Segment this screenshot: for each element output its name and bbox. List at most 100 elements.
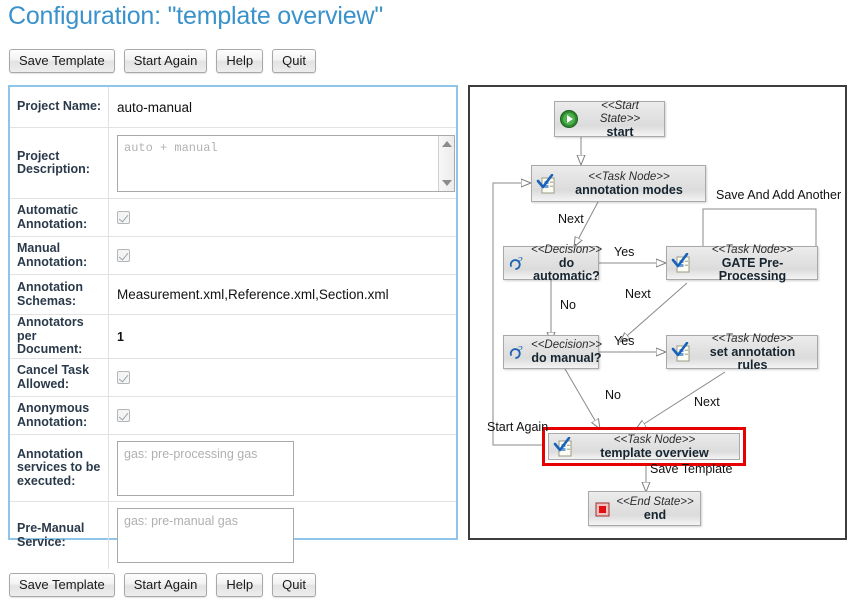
form-row-project-description: Project Description: auto + manual bbox=[10, 128, 456, 199]
start-again-button[interactable]: Start Again bbox=[124, 49, 208, 73]
toolbar-bottom: Save Template Start Again Help Quit bbox=[9, 573, 316, 597]
node-text: <<Decision>> do manual? bbox=[531, 339, 602, 365]
form-label-manual-annotation: Manual Annotation: bbox=[10, 237, 109, 274]
label-text: Pre-Manual Service: bbox=[17, 522, 103, 549]
edge-label-no-1: No bbox=[560, 298, 576, 312]
node-stereotype: <<Task Node>> bbox=[694, 244, 811, 257]
node-name: end bbox=[616, 509, 694, 522]
edge-label-next-2: Next bbox=[625, 287, 651, 301]
edge-label-start-again: Start Again bbox=[487, 420, 548, 434]
quit-button-bottom[interactable]: Quit bbox=[272, 573, 316, 597]
task-icon bbox=[536, 174, 556, 194]
manual-annotation-checkbox[interactable] bbox=[117, 249, 130, 262]
label-text: Manual Annotation: bbox=[17, 242, 103, 269]
cancel-task-allowed-checkbox[interactable] bbox=[117, 371, 130, 384]
form-value-anonymous-annotation bbox=[109, 397, 456, 434]
form-value-pre-manual-service: gas: pre-manual gas bbox=[109, 502, 456, 569]
project-description-placeholder: auto + manual bbox=[124, 141, 218, 155]
label-text: Project Name: bbox=[17, 100, 101, 114]
edge-label-save-template: Save Template bbox=[650, 462, 732, 476]
scroll-down-arrow-icon[interactable] bbox=[442, 180, 452, 186]
form-label-annotation-services: Annotation services to be executed: bbox=[10, 435, 109, 501]
automatic-annotation-checkbox[interactable] bbox=[117, 211, 130, 224]
stop-icon bbox=[593, 499, 613, 519]
node-text: <<Decision>> do automatic? bbox=[531, 244, 602, 283]
edge-label-yes-1: Yes bbox=[614, 245, 634, 259]
quit-button[interactable]: Quit bbox=[272, 49, 316, 73]
configuration-form-panel: Project Name: auto-manual Project Descri… bbox=[8, 85, 458, 540]
node-name: do manual? bbox=[531, 352, 602, 365]
form-label-automatic-annotation: Automatic Annotation: bbox=[10, 199, 109, 236]
node-stereotype: <<End State>> bbox=[616, 496, 694, 509]
form-label-project-name: Project Name: bbox=[10, 87, 109, 127]
diagram-node-do-automatic[interactable]: ? <<Decision>> do automatic? bbox=[503, 246, 599, 280]
node-name: start bbox=[582, 126, 658, 139]
label-text: Automatic Annotation: bbox=[17, 204, 103, 231]
diagram-node-gate-pre-processing[interactable]: <<Task Node>> GATE Pre-Processing bbox=[666, 246, 818, 280]
node-stereotype: <<Task Node>> bbox=[559, 171, 699, 184]
textarea-scrollbar[interactable] bbox=[438, 136, 454, 191]
label-text: Annotation services to be executed: bbox=[17, 448, 103, 489]
label-text: Annotation Schemas: bbox=[17, 281, 103, 308]
task-icon bbox=[671, 253, 691, 273]
node-text: <<Task Node>> GATE Pre-Processing bbox=[694, 244, 811, 283]
form-label-anonymous-annotation: Anonymous Annotation: bbox=[10, 397, 109, 434]
node-inner: <<Task Node>> template overview bbox=[548, 433, 740, 460]
form-row-annotation-services: Annotation services to be executed: gas:… bbox=[10, 435, 456, 502]
anonymous-annotation-checkbox[interactable] bbox=[117, 409, 130, 422]
form-row-annotators-per-document: Annotators per Document: 1 bbox=[10, 315, 456, 359]
decision-icon: ? bbox=[508, 253, 528, 273]
diagram-node-annotation-modes[interactable]: <<Task Node>> annotation modes bbox=[531, 165, 706, 202]
form-value-project-name: auto-manual bbox=[109, 87, 456, 127]
form-row-anonymous-annotation: Anonymous Annotation: bbox=[10, 397, 456, 435]
node-stereotype: <<Task Node>> bbox=[576, 434, 733, 447]
diagram-node-do-manual[interactable]: ? <<Decision>> do manual? bbox=[503, 335, 599, 369]
form-row-project-name: Project Name: auto-manual bbox=[10, 87, 456, 128]
form-label-pre-manual-service: Pre-Manual Service: bbox=[10, 502, 109, 569]
decision-icon: ? bbox=[508, 342, 528, 362]
form-value-automatic-annotation bbox=[109, 199, 456, 236]
node-name: GATE Pre-Processing bbox=[694, 257, 811, 283]
node-name: annotation modes bbox=[559, 184, 699, 197]
annotation-services-placeholder: gas: pre-processing gas bbox=[124, 447, 257, 461]
label-text: Project Description: bbox=[17, 150, 103, 177]
form-value-annotation-services: gas: pre-processing gas bbox=[109, 435, 456, 501]
edge-label-no-2: No bbox=[605, 388, 621, 402]
page-title: Configuration: "template overview" bbox=[8, 2, 383, 31]
diagram-node-start[interactable]: <<Start State>> start bbox=[554, 101, 665, 137]
form-label-cancel-task-allowed: Cancel Task Allowed: bbox=[10, 359, 109, 396]
task-icon bbox=[553, 437, 573, 457]
node-text: <<Start State>> start bbox=[582, 100, 658, 139]
form-row-annotation-schemas: Annotation Schemas: Measurement.xml,Refe… bbox=[10, 275, 456, 315]
save-template-button-bottom[interactable]: Save Template bbox=[9, 573, 115, 597]
label-text: Cancel Task Allowed: bbox=[17, 364, 103, 391]
form-value-project-description: auto + manual bbox=[109, 128, 463, 198]
node-text: <<Task Node>> set annotation rules bbox=[694, 333, 811, 372]
node-stereotype: <<Start State>> bbox=[582, 100, 658, 126]
page-root: Configuration: "template overview" Save … bbox=[0, 0, 852, 603]
help-button-bottom[interactable]: Help bbox=[216, 573, 263, 597]
annotation-services-textarea[interactable]: gas: pre-processing gas bbox=[117, 441, 294, 496]
node-text: <<Task Node>> annotation modes bbox=[559, 171, 699, 197]
edge-label-next-1: Next bbox=[558, 212, 584, 226]
save-template-button[interactable]: Save Template bbox=[9, 49, 115, 73]
form-value-manual-annotation bbox=[109, 237, 456, 274]
form-value-annotation-schemas: Measurement.xml,Reference.xml,Section.xm… bbox=[109, 275, 456, 314]
start-again-button-bottom[interactable]: Start Again bbox=[124, 573, 208, 597]
diagram-node-end[interactable]: <<End State>> end bbox=[588, 491, 701, 526]
edge-label-save-and-add-another: Save And Add Another bbox=[716, 188, 841, 202]
svg-text:?: ? bbox=[517, 344, 523, 356]
form-label-project-description: Project Description: bbox=[10, 128, 109, 198]
pre-manual-service-placeholder: gas: pre-manual gas bbox=[124, 514, 238, 528]
help-button[interactable]: Help bbox=[216, 49, 263, 73]
node-stereotype: <<Task Node>> bbox=[694, 333, 811, 346]
diagram-node-template-overview[interactable]: <<Task Node>> template overview bbox=[542, 427, 746, 466]
node-name: do automatic? bbox=[531, 257, 602, 283]
scroll-up-arrow-icon[interactable] bbox=[442, 141, 452, 147]
label-text: Annotators per Document: bbox=[17, 316, 103, 357]
edge-label-next-3: Next bbox=[694, 395, 720, 409]
project-description-textarea[interactable]: auto + manual bbox=[117, 135, 455, 192]
form-row-cancel-task-allowed: Cancel Task Allowed: bbox=[10, 359, 456, 397]
diagram-node-set-annotation-rules[interactable]: <<Task Node>> set annotation rules bbox=[666, 335, 818, 369]
pre-manual-service-textarea[interactable]: gas: pre-manual gas bbox=[117, 508, 294, 563]
